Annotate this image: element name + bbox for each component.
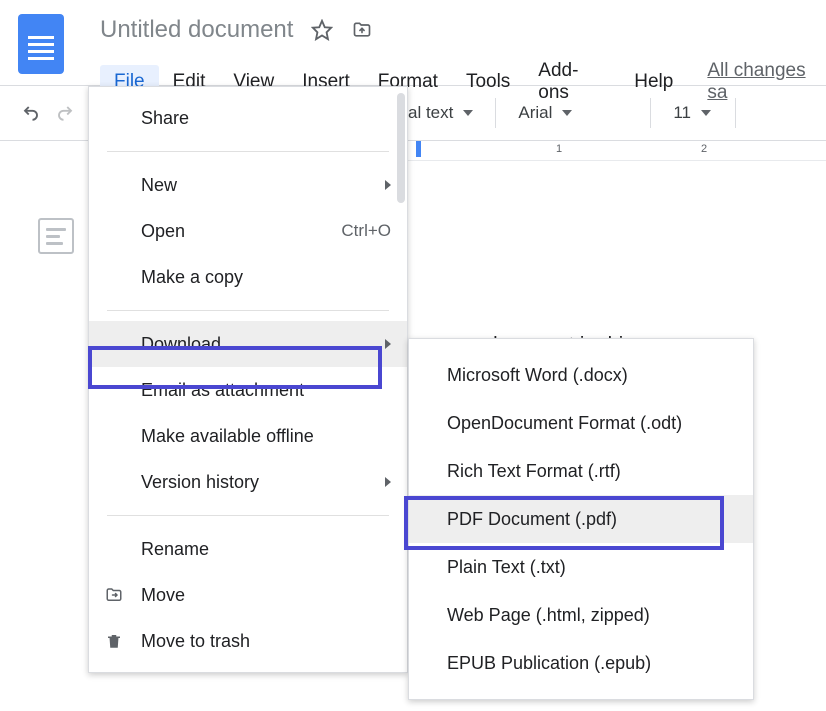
- submenu-item-label: EPUB Publication (.epub): [447, 653, 651, 674]
- docs-logo-icon[interactable]: [18, 14, 64, 74]
- menu-item-shortcut: Ctrl+O: [341, 221, 391, 241]
- undo-button[interactable]: [16, 96, 46, 130]
- menu-item-label: Move to trash: [141, 631, 250, 652]
- menu-item-label: Open: [141, 221, 185, 242]
- menu-item-new[interactable]: New: [89, 162, 407, 208]
- font-size-dropdown[interactable]: 11: [663, 103, 723, 123]
- menu-item-label: Move: [141, 585, 185, 606]
- toolbar-separator: [735, 98, 736, 128]
- document-title[interactable]: Untitled document: [100, 16, 293, 44]
- chevron-right-icon: [385, 477, 391, 487]
- menu-item-share[interactable]: Share: [89, 95, 407, 141]
- folder-move-icon: [103, 584, 125, 606]
- menu-help[interactable]: Help: [620, 65, 687, 99]
- chevron-down-icon: [463, 110, 473, 116]
- font-family-dropdown[interactable]: Arial: [508, 103, 638, 123]
- submenu-item-label: PDF Document (.pdf): [447, 509, 617, 530]
- chevron-right-icon: [385, 339, 391, 349]
- menu-item-move-trash[interactable]: Move to trash: [89, 618, 407, 664]
- submenu-item-docx[interactable]: Microsoft Word (.docx): [409, 351, 753, 399]
- menu-separator: [107, 515, 389, 516]
- menu-item-version-history[interactable]: Version history: [89, 459, 407, 505]
- trash-icon: [103, 630, 125, 652]
- menu-item-open[interactable]: Open Ctrl+O: [89, 208, 407, 254]
- toolbar-separator: [650, 98, 651, 128]
- submenu-item-epub[interactable]: EPUB Publication (.epub): [409, 639, 753, 687]
- chevron-down-icon: [562, 110, 572, 116]
- submenu-item-label: Plain Text (.txt): [447, 557, 566, 578]
- menu-item-download[interactable]: Download: [89, 321, 407, 367]
- ruler-indent-marker[interactable]: [416, 141, 421, 157]
- menu-item-make-copy[interactable]: Make a copy: [89, 254, 407, 300]
- menu-item-make-offline[interactable]: Make available offline: [89, 413, 407, 459]
- submenu-item-rtf[interactable]: Rich Text Format (.rtf): [409, 447, 753, 495]
- menu-item-label: Rename: [141, 539, 209, 560]
- menu-item-label: Make available offline: [141, 426, 314, 447]
- menu-addons[interactable]: Add-ons: [524, 54, 620, 110]
- menu-item-label: Version history: [141, 472, 259, 493]
- menu-item-label: Make a copy: [141, 267, 243, 288]
- font-size-label: 11: [673, 103, 691, 123]
- menu-item-label: New: [141, 175, 177, 196]
- menu-item-move[interactable]: Move: [89, 572, 407, 618]
- download-submenu: Microsoft Word (.docx) OpenDocument Form…: [408, 338, 754, 700]
- paragraph-style-dropdown[interactable]: al text: [398, 103, 483, 123]
- submenu-item-txt[interactable]: Plain Text (.txt): [409, 543, 753, 591]
- chevron-right-icon: [385, 180, 391, 190]
- ruler-tick-label: 1: [556, 143, 562, 155]
- ruler-tick-label: 2: [701, 143, 707, 155]
- submenu-item-pdf[interactable]: PDF Document (.pdf): [409, 495, 753, 543]
- menu-separator: [107, 310, 389, 311]
- submenu-item-label: Rich Text Format (.rtf): [447, 461, 621, 482]
- file-menu-dropdown: Share New Open Ctrl+O Make a copy Downlo…: [88, 86, 408, 673]
- menu-item-label: Email as attachment: [141, 380, 304, 401]
- menu-tools[interactable]: Tools: [452, 65, 524, 99]
- menu-item-label: Share: [141, 108, 189, 129]
- submenu-item-html[interactable]: Web Page (.html, zipped): [409, 591, 753, 639]
- toolbar-separator: [495, 98, 496, 128]
- paragraph-style-label: al text: [408, 103, 453, 123]
- menu-item-email-attachment[interactable]: Email as attachment: [89, 367, 407, 413]
- font-family-label: Arial: [518, 103, 552, 123]
- submenu-item-label: Web Page (.html, zipped): [447, 605, 650, 626]
- menu-separator: [107, 151, 389, 152]
- menu-item-rename[interactable]: Rename: [89, 526, 407, 572]
- outline-toggle-icon[interactable]: [38, 218, 74, 254]
- menu-item-label: Download: [141, 334, 221, 355]
- star-icon[interactable]: [311, 19, 333, 41]
- chevron-down-icon: [701, 110, 711, 116]
- move-to-folder-icon[interactable]: [351, 19, 373, 41]
- all-changes-saved-link[interactable]: All changes sa: [707, 60, 826, 104]
- redo-button[interactable]: [50, 96, 80, 130]
- submenu-item-label: OpenDocument Format (.odt): [447, 413, 682, 434]
- submenu-item-label: Microsoft Word (.docx): [447, 365, 628, 386]
- submenu-item-odt[interactable]: OpenDocument Format (.odt): [409, 399, 753, 447]
